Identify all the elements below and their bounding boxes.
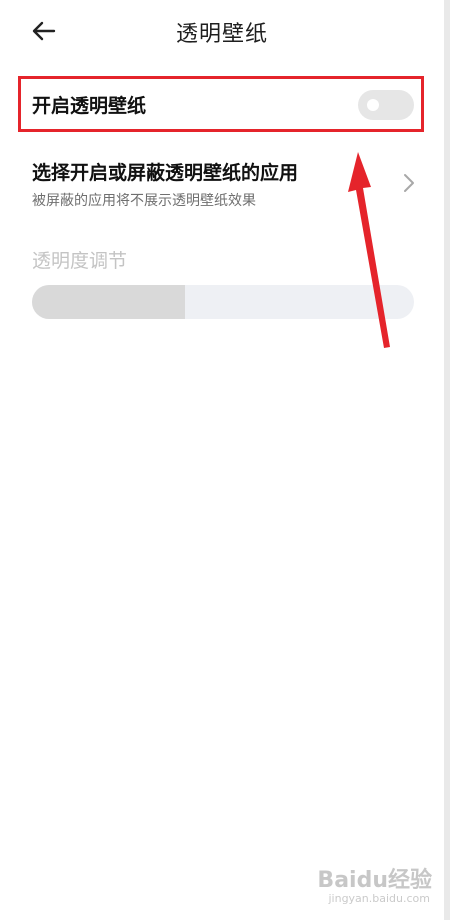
select-apps-subtitle: 被屏蔽的应用将不展示透明壁纸效果: [32, 193, 256, 209]
page-title: 透明壁纸: [175, 22, 268, 47]
transparent-wallpaper-settings-page: 透明壁纸 开启透明壁纸 选择开启或屏蔽透明壁纸的应用 被屏蔽的应用将不展示透明壁…: [0, 0, 450, 920]
baidu-jingyan-watermark: Baidu经验 jingyan.baidu.com: [282, 862, 432, 908]
select-apps-title: 选择开启或屏蔽透明壁纸的应用: [32, 162, 299, 184]
transparency-slider-fill: [32, 285, 185, 319]
annotation-highlight-box: [18, 76, 424, 132]
watermark-sub: jingyan.baidu.com: [328, 892, 430, 905]
header: 透明壁纸: [0, 0, 444, 64]
watermark-main: Baidu经验: [317, 868, 432, 893]
annotation-arrow: [348, 152, 390, 348]
screen-edge: [444, 0, 450, 920]
transparency-adjust-label: 透明度调节: [32, 250, 128, 272]
